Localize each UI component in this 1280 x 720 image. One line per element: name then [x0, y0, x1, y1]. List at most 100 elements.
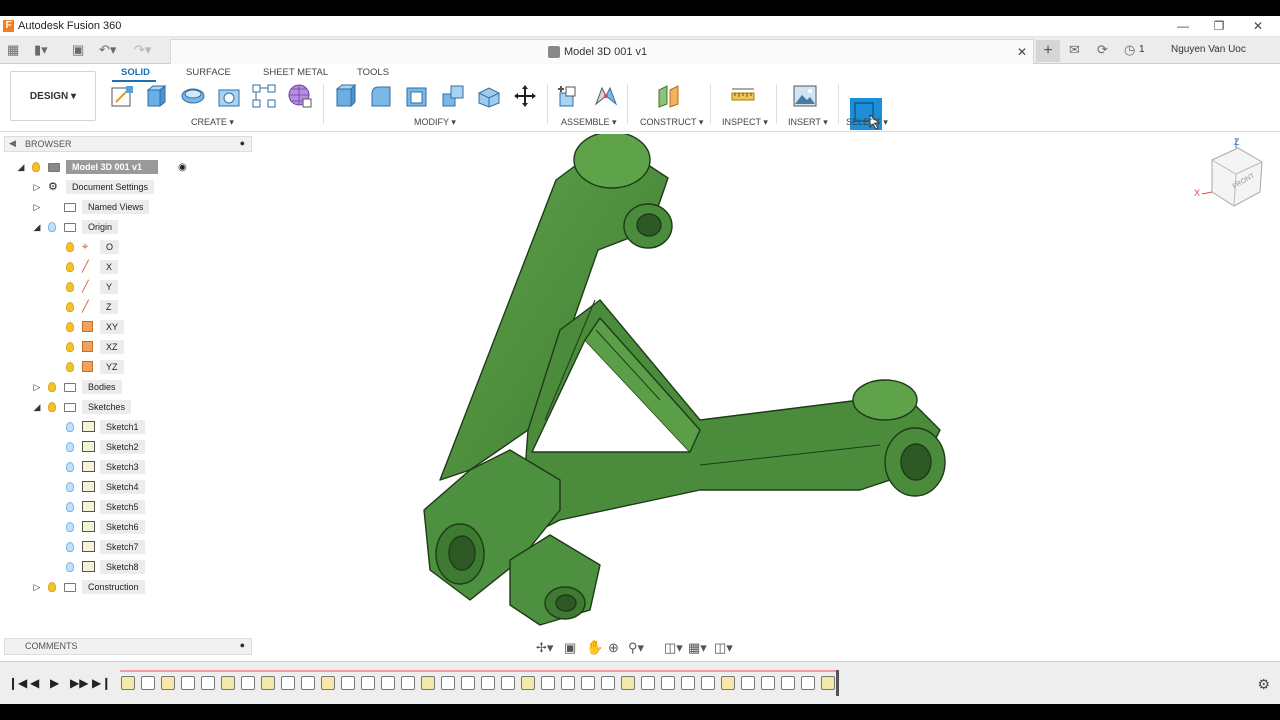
pan-hand-icon[interactable]: ✋	[586, 639, 603, 656]
timeline-feature[interactable]	[441, 676, 455, 690]
assemble-menu[interactable]: ASSEMBLE ▾	[561, 117, 617, 128]
browser-item-origin-point[interactable]: ⌖ O	[0, 239, 250, 255]
visibility-bulb-icon[interactable]	[66, 522, 74, 532]
visibility-bulb-icon[interactable]	[48, 582, 56, 592]
browser-item-x-axis[interactable]: ╱ X	[0, 259, 250, 275]
timeline-feature[interactable]	[601, 676, 615, 690]
create-menu[interactable]: CREATE ▾	[191, 117, 234, 128]
timeline-feature[interactable]	[121, 676, 135, 690]
timeline-feature[interactable]	[401, 676, 415, 690]
visibility-bulb-icon[interactable]	[66, 362, 74, 372]
timeline-feature[interactable]	[181, 676, 195, 690]
tab-surface[interactable]: SURFACE	[186, 67, 231, 78]
combine-icon[interactable]	[441, 84, 465, 108]
new-tab-plus-icon[interactable]: +	[1036, 40, 1060, 62]
visibility-bulb-icon[interactable]	[66, 442, 74, 452]
browser-item-sketches[interactable]: ◢ Sketches	[0, 399, 250, 415]
timeline-feature[interactable]	[261, 676, 275, 690]
timeline-feature[interactable]	[521, 676, 535, 690]
visibility-bulb-icon[interactable]	[66, 542, 74, 552]
browser-item-xz-plane[interactable]: XZ	[0, 339, 250, 355]
tab-sheet-metal[interactable]: SHEET METAL	[263, 67, 328, 78]
collapse-icon[interactable]: ◀	[9, 138, 16, 149]
expand-arrow-icon[interactable]: ▷	[32, 179, 42, 195]
construct-menu[interactable]: CONSTRUCT ▾	[640, 117, 703, 128]
browser-root[interactable]: ◢ Model 3D 001 v1 ◉	[0, 159, 250, 175]
timeline-feature[interactable]	[221, 676, 235, 690]
create-sketch-icon[interactable]	[110, 84, 134, 108]
minimize-button[interactable]: —	[1168, 18, 1198, 34]
visibility-bulb-icon[interactable]	[66, 342, 74, 352]
browser-item-sketch[interactable]: Sketch4	[0, 479, 250, 495]
gear-icon[interactable]: ⚙	[1257, 676, 1270, 693]
timeline-feature[interactable]	[481, 676, 495, 690]
look-at-icon[interactable]: ▣	[564, 640, 576, 656]
browser-item-sketch[interactable]: Sketch8	[0, 559, 250, 575]
timeline-feature[interactable]	[761, 676, 775, 690]
timeline-feature[interactable]	[161, 676, 175, 690]
browser-item-sketch[interactable]: Sketch6	[0, 519, 250, 535]
close-icon[interactable]: ✕	[1017, 45, 1027, 59]
visibility-bulb-icon[interactable]	[66, 422, 74, 432]
revolve-icon[interactable]	[181, 84, 205, 108]
browser-item-sketch[interactable]: Sketch2	[0, 439, 250, 455]
offset-plane-icon[interactable]	[657, 84, 681, 108]
clock-icon[interactable]: ◷	[1124, 42, 1135, 58]
grid-settings-icon[interactable]: ▦▾	[688, 640, 707, 656]
go-to-end-icon[interactable]: ▶❙	[92, 676, 111, 690]
orbit-icon[interactable]: ✢▾	[536, 640, 553, 656]
timeline-feature[interactable]	[801, 676, 815, 690]
save-icon[interactable]: ▣	[72, 42, 84, 58]
timeline-feature[interactable]	[201, 676, 215, 690]
add-comment-icon[interactable]: ●	[240, 640, 245, 650]
timeline-feature[interactable]	[821, 676, 835, 690]
pin-icon[interactable]: ●	[240, 138, 245, 148]
collapse-arrow-icon[interactable]: ◢	[32, 219, 42, 235]
pattern-icon[interactable]	[252, 84, 276, 108]
move-icon[interactable]	[513, 84, 537, 108]
press-pull-icon[interactable]	[333, 84, 357, 108]
visibility-bulb-icon[interactable]	[32, 162, 40, 172]
browser-item-sketch[interactable]: Sketch5	[0, 499, 250, 515]
tab-solid[interactable]: SOLID	[121, 67, 150, 78]
expand-arrow-icon[interactable]: ▷	[32, 579, 42, 595]
extrude-icon[interactable]	[145, 84, 169, 108]
viewports-icon[interactable]: ◫▾	[714, 640, 733, 656]
browser-item-xy-plane[interactable]: XY	[0, 319, 250, 335]
timeline-feature[interactable]	[701, 676, 715, 690]
measure-icon[interactable]	[731, 84, 755, 108]
redo-icon[interactable]: ↷▾	[134, 42, 151, 58]
visibility-bulb-icon[interactable]	[66, 502, 74, 512]
insert-menu[interactable]: INSERT ▾	[788, 117, 828, 128]
view-cube[interactable]: FRONT Z X	[1194, 137, 1263, 207]
timeline-feature[interactable]	[721, 676, 735, 690]
fillet-icon[interactable]	[369, 84, 393, 108]
timeline-feature[interactable]	[461, 676, 475, 690]
timeline-feature[interactable]	[381, 676, 395, 690]
browser-item-z-axis[interactable]: ╱ Z	[0, 299, 250, 315]
browser-item-sketch[interactable]: Sketch1	[0, 419, 250, 435]
timeline-feature[interactable]	[561, 676, 575, 690]
visibility-bulb-icon[interactable]	[66, 562, 74, 572]
browser-item-document-settings[interactable]: ▷ ⚙ Document Settings	[0, 179, 250, 195]
browser-item-y-axis[interactable]: ╱ Y	[0, 279, 250, 295]
timeline-feature[interactable]	[421, 676, 435, 690]
undo-icon[interactable]: ↶▾	[99, 42, 116, 58]
close-window-button[interactable]: ✕	[1243, 18, 1273, 34]
timeline-feature[interactable]	[361, 676, 375, 690]
comments-panel-header[interactable]: COMMENTS ●	[4, 638, 252, 655]
visibility-bulb-icon[interactable]	[66, 302, 74, 312]
inspect-menu[interactable]: INSPECT ▾	[722, 117, 768, 128]
maximize-button[interactable]: ❐	[1204, 18, 1234, 34]
browser-item-origin[interactable]: ◢ Origin	[0, 219, 250, 235]
browser-item-named-views[interactable]: ▷ Named Views	[0, 199, 250, 215]
timeline-feature[interactable]	[341, 676, 355, 690]
browser-item-yz-plane[interactable]: YZ	[0, 359, 250, 375]
timeline-feature[interactable]	[501, 676, 515, 690]
browser-panel-header[interactable]: ◀ BROWSER ●	[4, 136, 252, 152]
timeline-feature[interactable]	[681, 676, 695, 690]
visibility-bulb-icon[interactable]	[48, 402, 56, 412]
browser-item-construction[interactable]: ▷ Construction	[0, 579, 250, 595]
control-arm-model[interactable]	[423, 134, 946, 626]
visibility-bulb-icon[interactable]	[66, 482, 74, 492]
